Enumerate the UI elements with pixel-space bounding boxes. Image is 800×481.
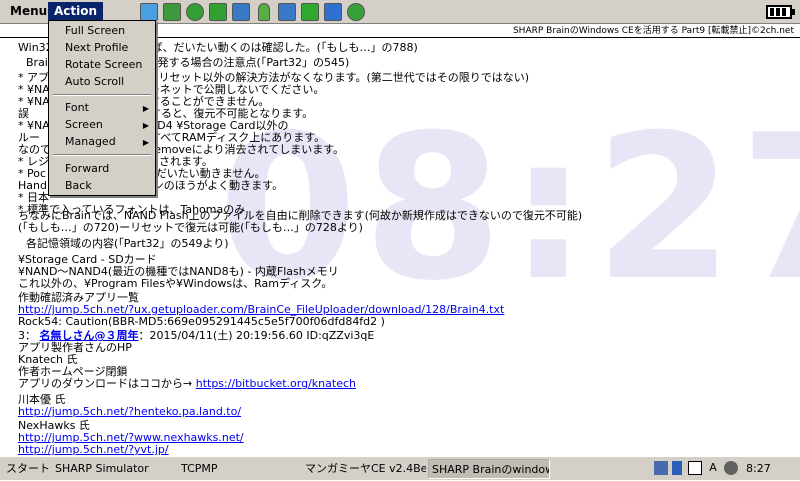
menu-separator: [53, 154, 151, 156]
text-line: (「もしも…」の720)ーリセットで復元は可能(「もしも…」の728より): [18, 221, 363, 234]
menu-item-managed[interactable]: Managed: [65, 135, 116, 149]
volume-icon[interactable]: [724, 461, 738, 475]
submenu-arrow-icon: ▶: [142, 121, 149, 130]
taskbar: スタート SHARP Simulator TCPMP マンガミーヤCE v2.4…: [0, 456, 800, 480]
menu-item-next-profile[interactable]: Next Profile: [65, 41, 128, 55]
bottle-icon[interactable]: [258, 3, 270, 21]
download-label: アプリのダウンロードはココから→: [18, 377, 196, 390]
menu-item-full-screen[interactable]: Full Screen: [65, 24, 125, 38]
search-icon[interactable]: [186, 3, 204, 21]
text-line: 各記憶領域の内容(「Part32」の549より): [26, 237, 229, 250]
bookmark-icon[interactable]: [232, 3, 250, 21]
taskbar-button-mangameeya[interactable]: マンガミーヤCE v2.4Beta: [302, 459, 426, 479]
link[interactable]: http://jump.5ch.net/?henteko.pa.land.to/: [18, 405, 241, 419]
down-arrow-icon[interactable]: [301, 3, 319, 21]
taskbar-button-tcpmp[interactable]: TCPMP: [178, 459, 296, 479]
back-arrow-icon[interactable]: [209, 3, 227, 21]
network-icon[interactable]: [654, 461, 668, 475]
menu-button[interactable]: Menu: [4, 2, 53, 21]
action-dropdown: Full Screen Next Profile Rotate Screen A…: [48, 20, 156, 196]
ime-a-icon[interactable]: A: [706, 461, 720, 475]
text-line: これ以外の、¥Program Filesや¥Windowsは、Ramディスク。: [18, 277, 333, 290]
text-a-icon[interactable]: [324, 3, 342, 21]
folder-open-icon[interactable]: [140, 3, 158, 21]
flag-icon[interactable]: [672, 461, 682, 475]
menu-item-rotate-screen[interactable]: Rotate Screen: [65, 58, 142, 72]
text-line: アプリのダウンロードはココから→ https://bitbucket.org/k…: [18, 377, 356, 391]
text-line: Rock54: Caution(BBR-MD5:669e095291445c5e…: [18, 315, 385, 328]
submenu-arrow-icon: ▶: [142, 138, 149, 147]
menu-item-back[interactable]: Back: [65, 179, 92, 193]
menu-item-forward[interactable]: Forward: [65, 162, 109, 176]
taskbar-clock[interactable]: 8:27: [746, 457, 771, 481]
menu-item-font[interactable]: Font: [65, 101, 89, 115]
menu-item-screen[interactable]: Screen: [65, 118, 103, 132]
refresh-folder-icon[interactable]: [163, 3, 181, 21]
post-date: ：2015/04/11(土) 20:19:56.60 ID:qZZvi3qE: [138, 329, 375, 342]
submenu-arrow-icon: ▶: [142, 104, 149, 113]
taskbar-button-sharp-brain-window[interactable]: SHARP Brainのwindow: [428, 459, 550, 479]
display-icon[interactable]: [688, 461, 702, 475]
link[interactable]: http://jump.5ch.net/?yvt.jp/: [18, 443, 169, 455]
start-button[interactable]: スタート: [2, 459, 54, 479]
taskbar-button-sharp-simulator[interactable]: SHARP Simulator: [52, 459, 170, 479]
menu-separator: [53, 94, 151, 96]
link-icon[interactable]: [347, 3, 365, 21]
image-icon[interactable]: [278, 3, 296, 21]
menu-item-auto-scroll[interactable]: Auto Scroll: [65, 75, 124, 89]
battery-icon: [766, 5, 795, 19]
action-menu-button[interactable]: Action: [48, 2, 104, 21]
link[interactable]: https://bitbucket.org/knatech: [196, 377, 356, 390]
